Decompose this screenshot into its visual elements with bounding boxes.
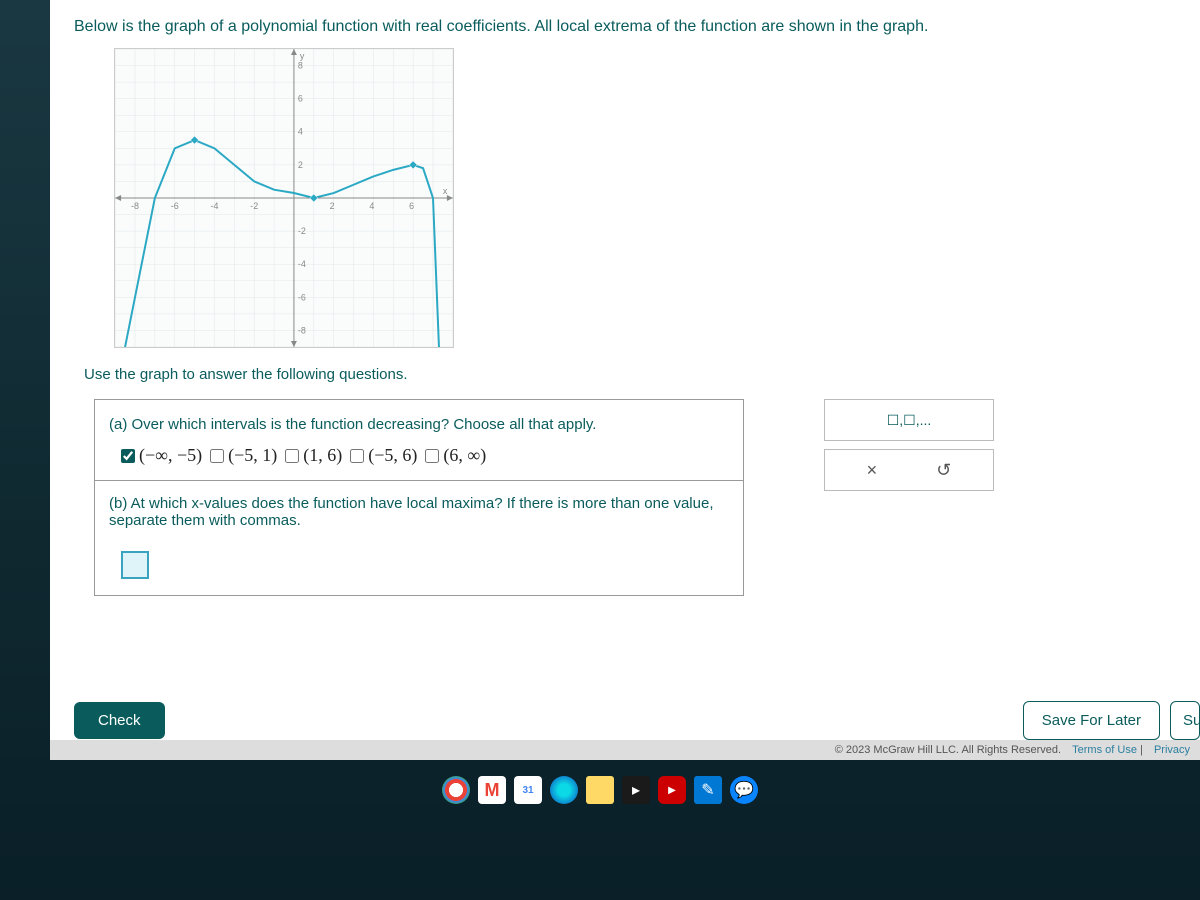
interval-label-4: (6, ∞) [443,445,486,466]
terms-link[interactable]: Terms of Use [1072,744,1137,756]
interval-checkbox-3[interactable] [350,449,364,463]
interval-checkbox-1[interactable] [210,449,224,463]
svg-text:4: 4 [369,201,374,211]
format-hint-button[interactable]: ☐,☐,... [824,399,994,441]
format-hint-label: ☐,☐,... [887,412,932,429]
intro-text: Below is the graph of a polynomial funct… [74,18,1176,36]
svg-text:y: y [300,51,305,61]
copyright-bar: © 2023 McGraw Hill LLC. All Rights Reser… [50,740,1200,760]
interval-checkbox-4[interactable] [425,449,439,463]
polynomial-graph: -8 -6 -4 -2 2 4 6 -8 -6 -4 -2 2 4 6 8y x [114,48,454,348]
copyright-text: © 2023 McGraw Hill LLC. All Rights Reser… [835,744,1061,756]
local-maxima-input[interactable] [121,551,149,579]
checkbox-row: (−∞, −5) (−5, 1) (1, 6) (−5, 6) (6, ∞) [121,445,729,466]
video-icon[interactable]: ▸ [622,776,650,804]
submit-button[interactable]: Sub [1170,701,1200,740]
svg-text:-2: -2 [250,201,258,211]
question-b-text: (b) At which x-values does the function … [109,495,729,529]
chat-icon[interactable]: 💬 [730,776,758,804]
chrome-icon[interactable] [442,776,470,804]
privacy-link[interactable]: Privacy [1154,744,1190,756]
interval-checkbox-0[interactable] [121,449,135,463]
interval-label-2: (1, 6) [303,445,342,466]
instruction-text: Use the graph to answer the following qu… [84,366,1176,383]
svg-text:6: 6 [298,94,303,104]
svg-text:x: x [443,186,448,196]
interval-option-2[interactable]: (1, 6) [285,445,342,466]
questions-panel: (a) Over which intervals is the function… [94,399,744,596]
question-b: (b) At which x-values does the function … [95,481,743,595]
svg-text:-4: -4 [298,259,306,269]
clear-icon[interactable]: × [867,460,878,481]
interval-option-1[interactable]: (−5, 1) [210,445,277,466]
question-a: (a) Over which intervals is the function… [95,400,743,481]
interval-label-1: (−5, 1) [228,445,277,466]
svg-text:4: 4 [298,127,303,137]
svg-text:-2: -2 [298,226,306,236]
snip-icon[interactable]: ✎ [694,776,722,804]
svg-text:-6: -6 [171,201,179,211]
svg-text:-8: -8 [131,201,139,211]
interval-option-4[interactable]: (6, ∞) [425,445,486,466]
undo-icon[interactable]: ↺ [936,460,951,481]
svg-text:-6: -6 [298,292,306,302]
question-a-text: (a) Over which intervals is the function… [109,416,729,433]
svg-text:6: 6 [409,201,414,211]
svg-text:8: 8 [298,61,303,71]
gmail-icon[interactable] [478,776,506,804]
tool-panel: ☐,☐,... × ↺ [824,399,994,491]
interval-checkbox-2[interactable] [285,449,299,463]
interval-label-3: (−5, 6) [368,445,417,466]
calendar-icon[interactable]: 31 [514,776,542,804]
youtube-icon[interactable] [658,776,686,804]
interval-option-3[interactable]: (−5, 6) [350,445,417,466]
check-button[interactable]: Check [74,702,165,739]
interval-option-0[interactable]: (−∞, −5) [121,445,202,466]
svg-text:-4: -4 [210,201,218,211]
svg-text:-8: -8 [298,325,306,335]
save-for-later-button[interactable]: Save For Later [1023,701,1160,740]
footer-row: Check Save For Later Sub [74,701,1200,740]
clear-undo-box: × ↺ [824,449,994,491]
windows-taskbar: 31 ▸ ✎ 💬 [442,776,758,804]
interval-label-0: (−∞, −5) [139,445,202,466]
folder-icon[interactable] [586,776,614,804]
svg-text:2: 2 [330,201,335,211]
edge-icon[interactable] [550,776,578,804]
svg-text:2: 2 [298,160,303,170]
